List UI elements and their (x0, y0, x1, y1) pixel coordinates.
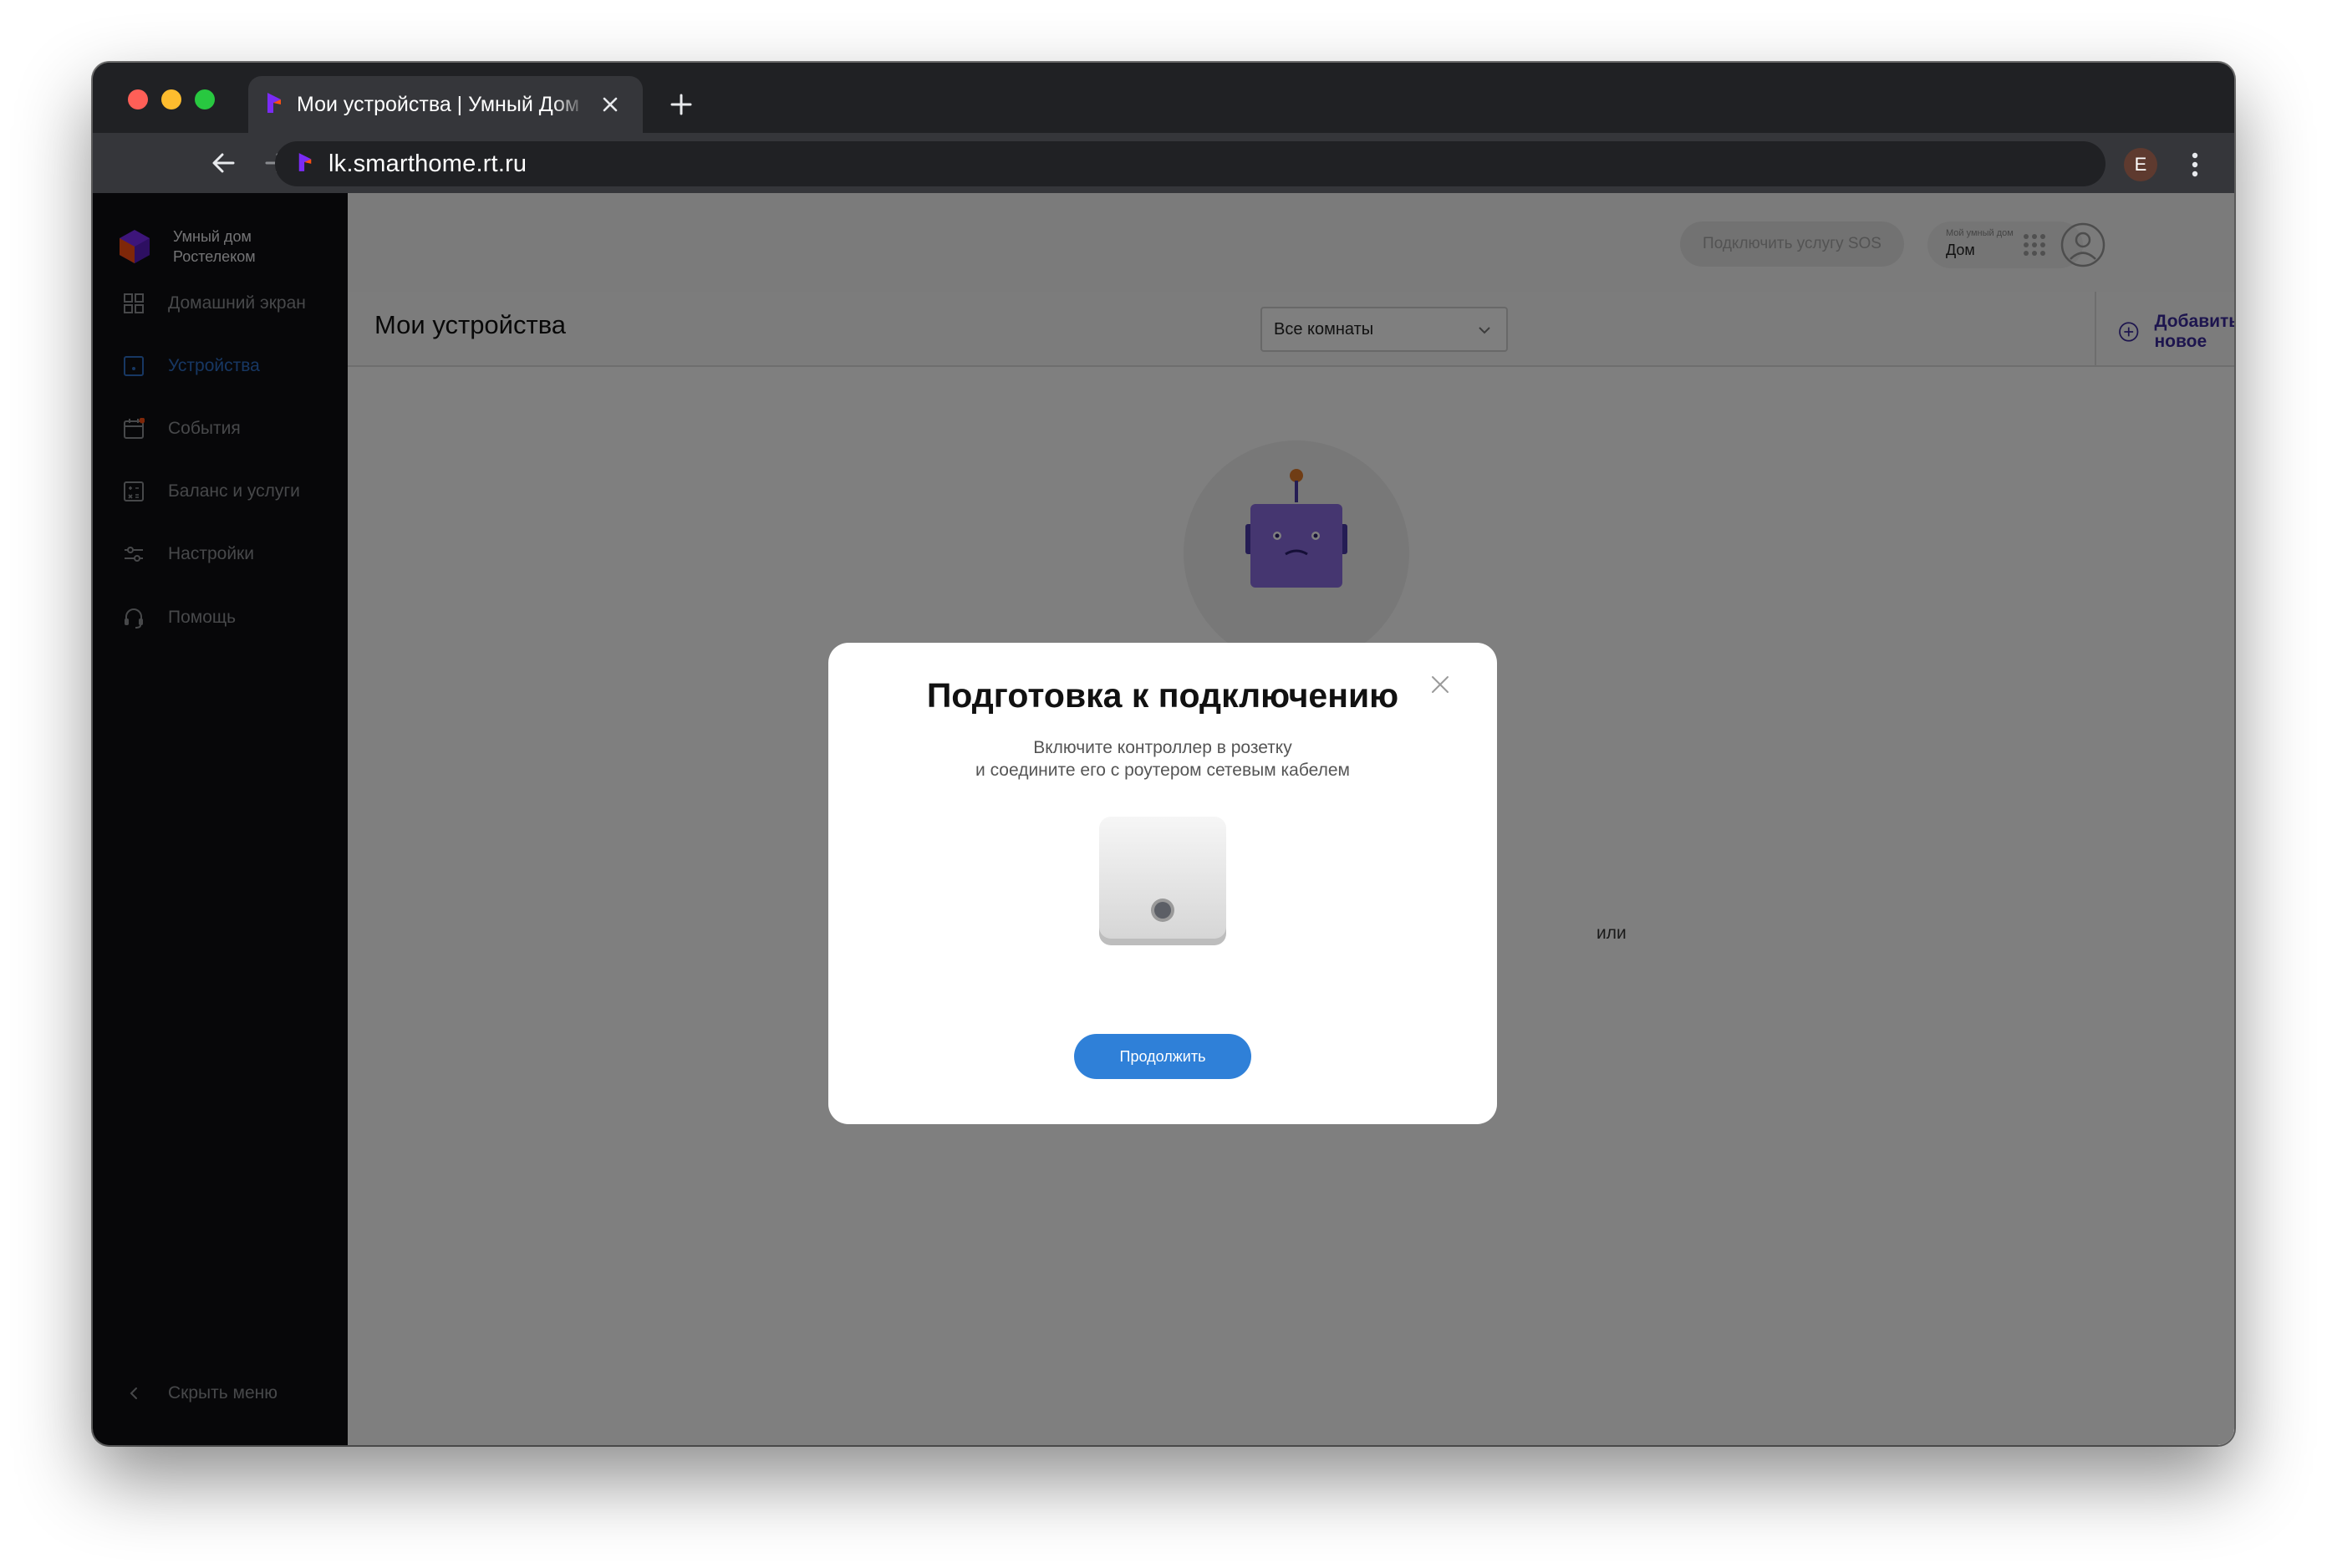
back-arrow-icon (212, 153, 235, 173)
browser-menu-icon[interactable] (2182, 148, 2207, 181)
tab-strip: Мои устройства | Умный Дом (93, 63, 2234, 133)
browser-tab[interactable]: Мои устройства | Умный Дом (248, 76, 643, 133)
maximize-window-button[interactable] (195, 89, 215, 109)
controller-device-image (1096, 815, 1230, 949)
favicon-icon (265, 91, 283, 119)
profile-avatar[interactable]: E (2124, 148, 2157, 181)
browser-window: Мои устройства | Умный Дом lk.smarthome.… (93, 63, 2234, 1445)
connection-prep-dialog: Подготовка к подключению Включите контро… (828, 643, 1497, 1124)
new-tab-icon[interactable] (664, 88, 698, 121)
dialog-text-line2: и соедините его с роутером сетевым кабел… (975, 761, 1350, 780)
minimize-window-button[interactable] (161, 89, 181, 109)
continue-button[interactable]: Продолжить (1074, 1034, 1251, 1079)
dialog-instructions: Включите контроллер в розетку и соединит… (828, 736, 1497, 781)
address-bar[interactable]: lk.smarthome.rt.ru (275, 141, 2106, 186)
dialog-title: Подготовка к подключению (926, 676, 1399, 715)
page-viewport: Умный дом Ростелеком Домашний экран (93, 193, 2234, 1445)
site-favicon-icon (297, 150, 313, 178)
close-window-button[interactable] (128, 89, 148, 109)
url-text: lk.smarthome.rt.ru (328, 150, 527, 177)
browser-toolbar: lk.smarthome.rt.ru E (93, 133, 2234, 193)
dialog-text-line1: Включите контроллер в розетку (1033, 738, 1292, 757)
back-button[interactable] (206, 146, 240, 180)
tab-title: Мои устройства | Умный Дом (297, 92, 580, 116)
tab-close-icon[interactable] (598, 92, 623, 117)
